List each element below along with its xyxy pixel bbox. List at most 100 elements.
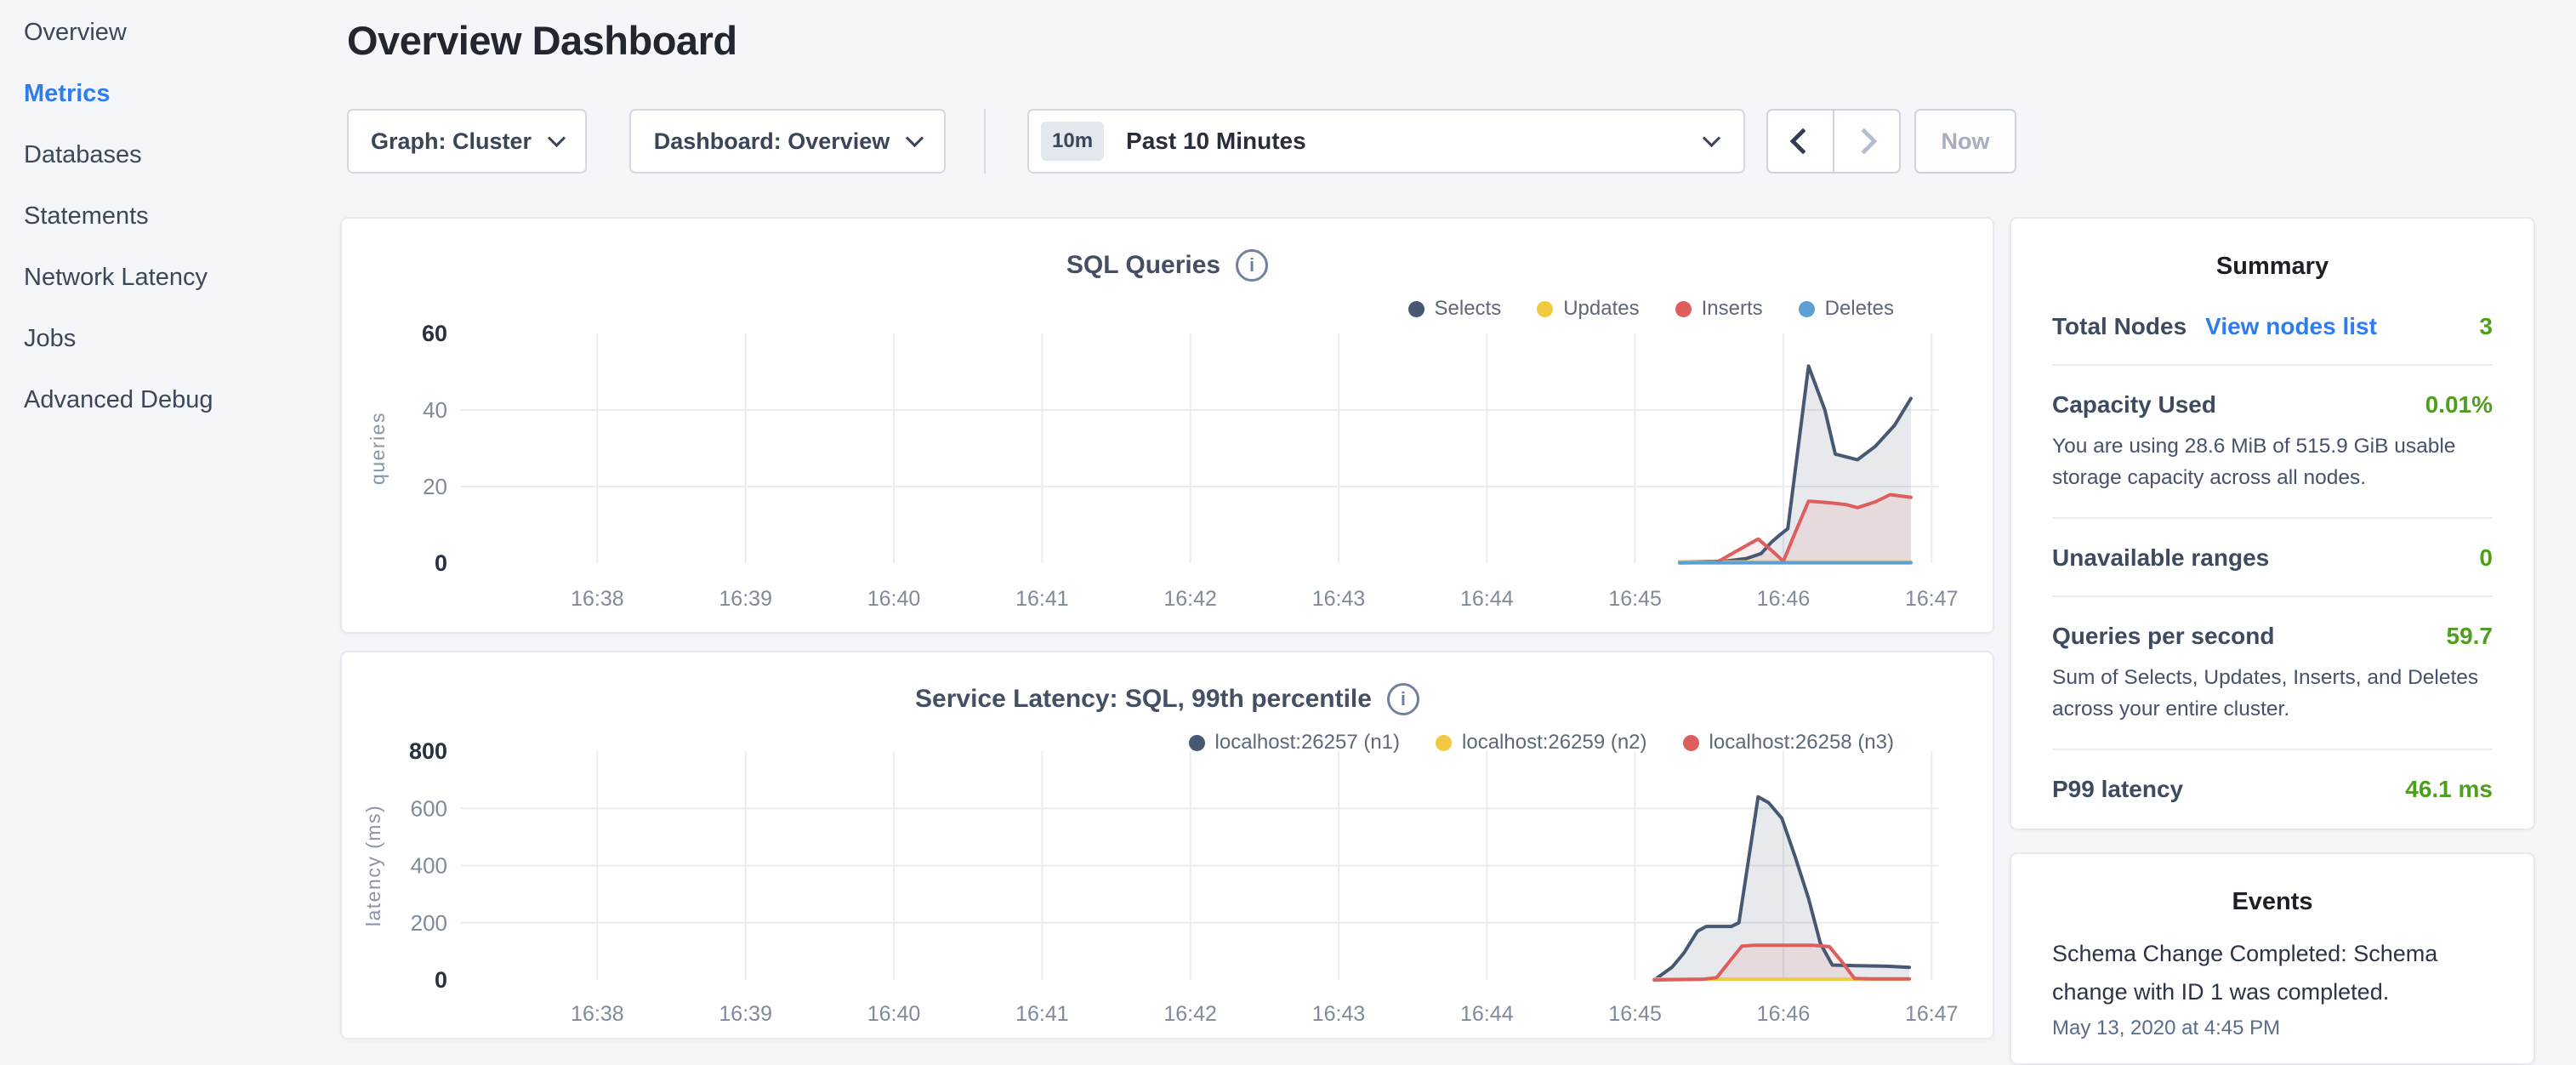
svg-text:16:40: 16:40: [867, 1002, 921, 1026]
legend-item: Deletes: [1799, 297, 1894, 321]
summary-row-label: Capacity Used: [2052, 391, 2216, 419]
svg-text:queries: queries: [367, 412, 389, 485]
svg-text:16:43: 16:43: [1312, 1002, 1366, 1026]
chart-title: Service Latency: SQL, 99th percentile: [915, 685, 1372, 714]
chart-title: SQL Queries: [1066, 251, 1220, 280]
svg-text:600: 600: [411, 795, 447, 821]
legend-dot-icon: [1799, 301, 1815, 317]
svg-text:200: 200: [411, 910, 447, 936]
time-range-picker[interactable]: 10m Past 10 Minutes: [1027, 109, 1745, 174]
legend-dot-icon: [1675, 301, 1692, 317]
legend-label: Updates: [1563, 297, 1639, 321]
dashboard-dropdown-label: Dashboard: Overview: [654, 128, 890, 155]
dashboard-dropdown[interactable]: Dashboard: Overview: [629, 109, 946, 174]
legend-label: localhost:26258 (n3): [1709, 731, 1894, 755]
svg-text:0: 0: [435, 967, 447, 993]
svg-text:latency (ms): latency (ms): [362, 805, 384, 926]
controls-divider: [984, 109, 986, 174]
svg-text:16:39: 16:39: [719, 1002, 772, 1026]
svg-text:16:40: 16:40: [867, 587, 921, 611]
svg-text:16:41: 16:41: [1015, 587, 1069, 611]
summary-row-value: 0.01%: [2425, 391, 2493, 419]
summary-row-label: Total Nodes: [2052, 313, 2186, 340]
summary-row-queries-per-second: Queries per second 59.7 Sum of Selects, Up…: [2052, 597, 2493, 750]
summary-row-label: P99 latency: [2052, 776, 2183, 803]
legend-dot-icon: [1683, 735, 1699, 751]
prev-time-button[interactable]: [1768, 111, 1833, 172]
chart-legend: localhost:26257 (n1) localhost:26259 (n2)…: [1189, 731, 1894, 755]
summary-row-capacity-used: Capacity Used 0.01% You are using 28.6 MiB…: [2052, 366, 2493, 519]
legend-label: Inserts: [1702, 297, 1763, 321]
legend-dot-icon: [1537, 301, 1553, 317]
sidebar-item-metrics[interactable]: Metrics: [0, 63, 340, 124]
sidebar-item-advanced-debug[interactable]: Advanced Debug: [0, 369, 340, 430]
next-time-button[interactable]: [1834, 111, 1899, 172]
svg-text:16:42: 16:42: [1163, 587, 1217, 611]
legend-item: localhost:26258 (n3): [1683, 731, 1894, 755]
svg-text:0: 0: [435, 550, 447, 576]
legend-label: localhost:26257 (n1): [1215, 731, 1400, 755]
chart-legend: Selects Updates Inserts Deletes: [1408, 297, 1895, 321]
legend-item: Selects: [1408, 297, 1502, 321]
svg-text:16:46: 16:46: [1757, 587, 1811, 611]
svg-text:16:43: 16:43: [1312, 587, 1366, 611]
event-timestamp: May 13, 2020 at 4:45 PM: [2052, 1017, 2493, 1040]
time-step-buttons: [1766, 109, 1901, 174]
events-title: Events: [2052, 888, 2493, 916]
event-item: Schema Change Completed: Schema change w…: [2052, 935, 2493, 1040]
svg-text:16:47: 16:47: [1905, 587, 1959, 611]
graph-dropdown-label: Graph: Cluster: [371, 128, 532, 155]
summary-row-label: Unavailable ranges: [2052, 544, 2269, 572]
events-panel: Events Schema Change Completed: Schema c…: [2010, 852, 2535, 1065]
svg-text:16:46: 16:46: [1757, 1002, 1811, 1026]
legend-item: localhost:26259 (n2): [1436, 731, 1646, 755]
summary-row-description: You are using 28.6 MiB of 515.9 GiB usab…: [2052, 430, 2493, 493]
legend-dot-icon: [1408, 301, 1424, 317]
summary-row-value: 3: [2479, 313, 2493, 340]
summary-row-description: Sum of Selects, Updates, Inserts, and De…: [2052, 662, 2493, 725]
summary-row-value: 46.1 ms: [2405, 776, 2493, 803]
summary-row-label: Queries per second: [2052, 623, 2274, 650]
time-range-badge: 10m: [1041, 122, 1104, 161]
chart-title-row: SQL Queries i: [342, 249, 1993, 282]
graph-dropdown[interactable]: Graph: Cluster: [347, 109, 587, 174]
svg-text:16:44: 16:44: [1460, 1002, 1514, 1026]
chevron-down-icon: [1703, 128, 1720, 146]
legend-item: Inserts: [1675, 297, 1763, 321]
svg-text:16:39: 16:39: [719, 587, 772, 611]
sidebar-item-statements[interactable]: Statements: [0, 185, 340, 247]
svg-text:16:41: 16:41: [1015, 1002, 1069, 1026]
summary-rows: Total Nodes View nodes list 3 Capacity Used…: [2052, 288, 2493, 827]
info-icon[interactable]: i: [1387, 683, 1419, 715]
sidebar-item-network-latency[interactable]: Network Latency: [0, 247, 340, 308]
chevron-right-icon: [1851, 128, 1877, 154]
summary-row-value: 59.7: [2447, 623, 2494, 650]
sidebar-item-jobs[interactable]: Jobs: [0, 308, 340, 369]
app-root: OverviewMetricsDatabasesStatementsNetwor…: [0, 0, 2576, 1051]
chevron-left-icon: [1789, 128, 1816, 154]
svg-text:16:45: 16:45: [1608, 587, 1662, 611]
legend-item: localhost:26257 (n1): [1189, 731, 1400, 755]
legend-label: Selects: [1435, 297, 1502, 321]
svg-text:16:44: 16:44: [1460, 587, 1514, 611]
svg-text:16:42: 16:42: [1163, 1002, 1217, 1026]
svg-text:40: 40: [423, 397, 447, 423]
svg-text:60: 60: [422, 321, 447, 346]
info-icon[interactable]: i: [1236, 249, 1268, 282]
view-nodes-list-link[interactable]: View nodes list: [2205, 313, 2377, 340]
sidebar-item-databases[interactable]: Databases: [0, 124, 340, 185]
legend-label: Deletes: [1825, 297, 1894, 321]
summary-row-p99-latency: P99 latency 46.1 ms: [2052, 750, 2493, 827]
now-button[interactable]: Now: [1914, 109, 2016, 174]
svg-text:16:38: 16:38: [571, 1002, 624, 1026]
sql-queries-chart-card: SQL Queries i Selects Updates Inserts Delet…: [340, 217, 1994, 634]
summary-title: Summary: [2052, 253, 2493, 281]
summary-row-unavailable-ranges: Unavailable ranges0: [2052, 519, 2493, 597]
event-text: Schema Change Completed: Schema change w…: [2052, 935, 2493, 1011]
sidebar-item-overview[interactable]: Overview: [0, 2, 340, 63]
svg-text:16:47: 16:47: [1905, 1002, 1959, 1026]
legend-dot-icon: [1189, 735, 1205, 751]
svg-text:16:45: 16:45: [1608, 1002, 1662, 1026]
summary-row-total-nodes: Total Nodes View nodes list 3: [2052, 288, 2493, 366]
chevron-down-icon: [906, 128, 924, 146]
